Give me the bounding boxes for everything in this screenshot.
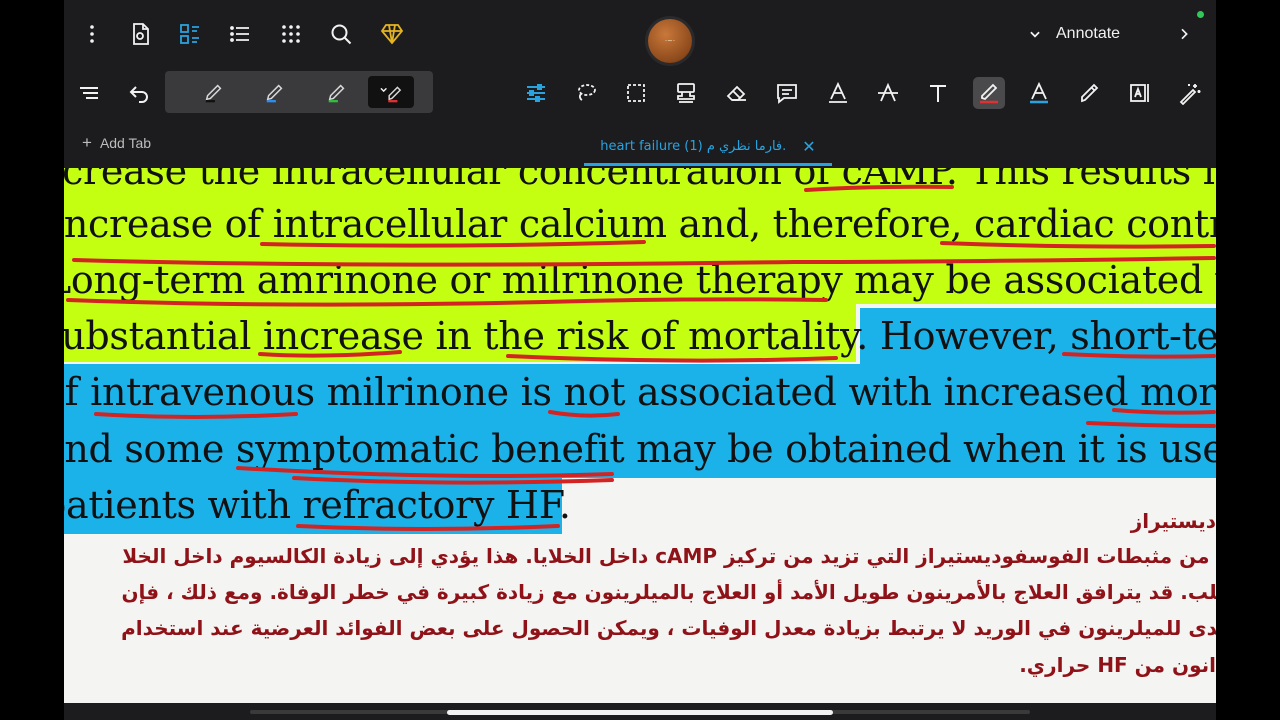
settings-sliders-icon[interactable] [520,77,552,109]
annotation-toolbar [64,70,1216,116]
arabic-text-line: القلب. قد يترافق العلاج بالأمرينون طويل … [121,580,1216,604]
highlighter-active-icon[interactable] [973,77,1005,109]
grid-icon[interactable] [275,18,307,50]
chevron-down-icon [1030,31,1040,38]
magic-wand-icon[interactable] [1174,77,1206,109]
search-icon[interactable] [325,18,357,50]
stamp-icon[interactable] [670,77,702,109]
outline-list-icon[interactable] [224,18,256,50]
more-vertical-icon[interactable] [76,18,108,50]
pen-presets [165,71,433,113]
pen-black-icon[interactable] [192,76,236,108]
text-color-icon[interactable] [1023,77,1055,109]
tab-switch-icon[interactable] [174,18,206,50]
text-edit-icon[interactable] [1124,77,1156,109]
add-tab-label: Add Tab [99,134,152,151]
text-underline-icon[interactable] [822,77,854,109]
tab-bar: + Add Tab heart failure (1) فارما نظري م… [64,122,1216,166]
lasso-icon[interactable] [570,77,602,109]
mode-selector[interactable]: Annotate [1028,22,1120,46]
document-text-line: and some symptomatic benefit may be obta… [64,427,1216,471]
comment-icon[interactable] [771,77,803,109]
pen-red-icon[interactable] [368,76,414,108]
toolbar-hide-icon[interactable] [73,77,105,109]
eraser-icon[interactable] [721,77,753,109]
document-text-line: increase of intracellular calcium and, t… [64,202,1216,246]
document-text-line: of intravenous milrinone is not associat… [64,370,1216,414]
top-toolbar: ·~· Annotate [64,0,1216,68]
arabic-text-line: انون من HF حراري. [1019,653,1216,677]
pdf-annotator-app: ·~· Annotate + Add Tab heart failure (1)… [64,0,1216,720]
undo-icon[interactable] [123,77,155,109]
arabic-heading: ديستيراز [1130,509,1216,533]
arabic-text-line: ون من مثبطات الفوسفوديستيراز التي تزيد م… [122,544,1216,568]
home-indicator[interactable] [447,710,833,715]
text-strike-icon[interactable] [872,77,904,109]
mode-label: Annotate [1056,25,1121,42]
user-avatar[interactable]: ·~· [648,19,692,63]
tab-title: heart failure (1) فارما نظري م. [600,139,787,154]
marker-icon[interactable] [1074,77,1106,109]
document-text-line: patients with refractory HF. [64,483,571,527]
tab-active-document[interactable]: heart failure (1) فارما نظري م. ✕ [584,130,832,166]
document-text-line: Long-term amrinone or milrinone therapy … [64,258,1216,302]
document-settings-icon[interactable] [124,18,156,50]
text-box-icon[interactable] [922,77,954,109]
pen-green-icon[interactable] [315,76,359,108]
plus-icon: + [82,133,92,152]
chevron-right-icon[interactable] [1172,22,1196,46]
document-text-line: increase the intracellular concentration… [64,168,1216,193]
premium-diamond-icon[interactable] [376,18,408,50]
document-text-line: substantial increase in the risk of mort… [64,314,1216,358]
selection-box-icon[interactable] [620,77,652,109]
arabic-text-line: المدى للميلرينون في الوريد لا يرتبط بزيا… [121,616,1216,640]
document-page[interactable]: increase the intracellular concentration… [64,168,1216,703]
status-indicator [1197,11,1204,18]
add-tab-button[interactable]: + Add Tab [82,134,151,151]
close-icon[interactable]: ✕ [802,137,815,156]
pen-blue-icon[interactable] [253,76,297,108]
